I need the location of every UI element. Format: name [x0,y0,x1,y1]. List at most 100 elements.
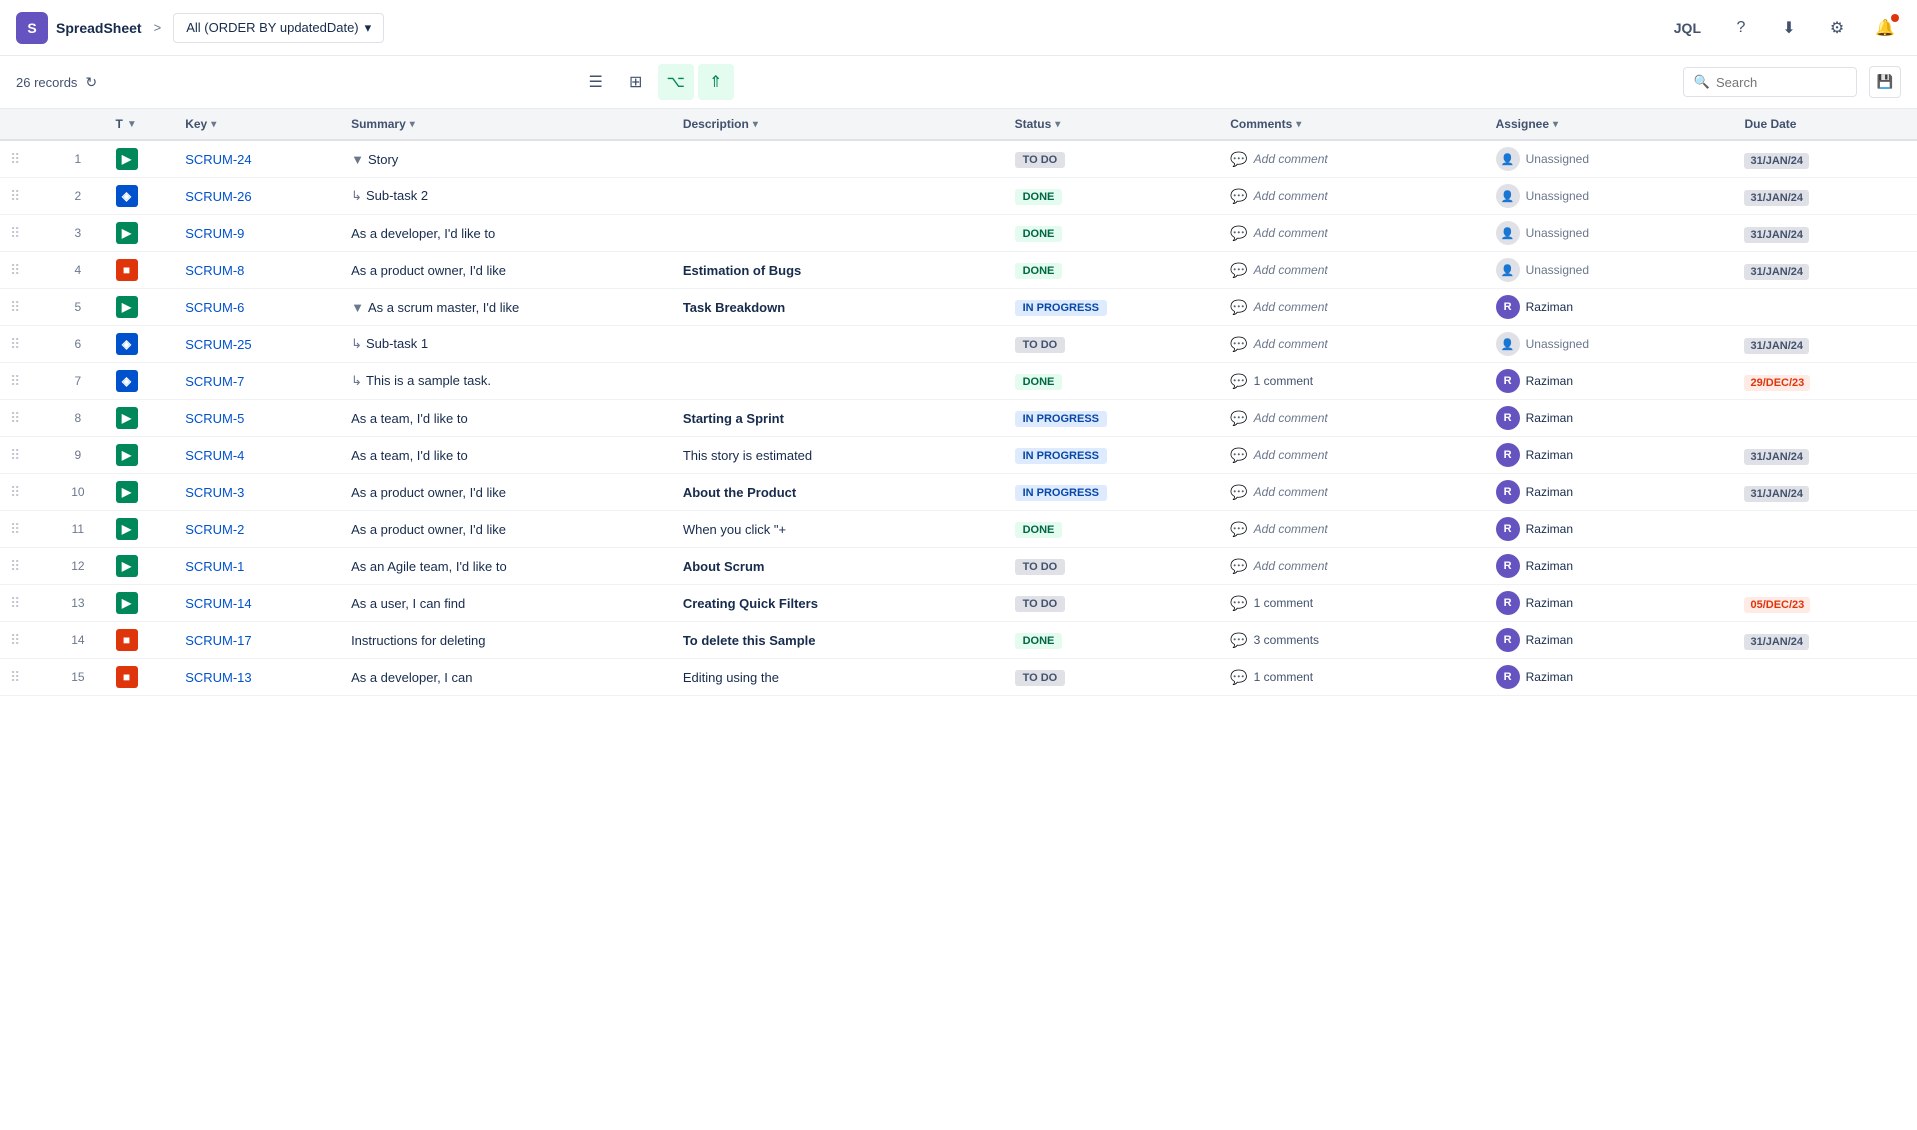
comment-text[interactable]: 1 comment [1254,596,1313,610]
drag-handle-icon[interactable]: ⠿ [10,299,20,315]
comment-text[interactable]: 1 comment [1254,670,1313,684]
comments-cell[interactable]: 💬 Add comment [1220,289,1485,326]
comments-cell[interactable]: 💬 Add comment [1220,437,1485,474]
comments-cell[interactable]: 💬 Add comment [1220,215,1485,252]
description-cell: Estimation of Bugs [673,252,1005,289]
comment-text[interactable]: Add comment [1254,448,1328,462]
drag-handle-icon[interactable]: ⠿ [10,558,20,574]
comment-text[interactable]: Add comment [1254,485,1328,499]
type-icon-cell: ▶ [106,437,176,474]
issue-key-link[interactable]: SCRUM-9 [185,226,244,241]
col-header-assignee[interactable]: Assignee ▾ [1486,109,1735,140]
comments-cell[interactable]: 💬 Add comment [1220,548,1485,585]
comments-cell[interactable]: 💬 Add comment [1220,178,1485,215]
drag-handle-icon[interactable]: ⠿ [10,521,20,537]
comments-cell[interactable]: 💬 Add comment [1220,140,1485,178]
col-header-comments[interactable]: Comments ▾ [1220,109,1485,140]
comments-cell[interactable]: 💬 Add comment [1220,400,1485,437]
issue-key-link[interactable]: SCRUM-5 [185,411,244,426]
comments-cell[interactable]: 💬 1 comment [1220,659,1485,696]
table-row: ⠿ 12 ▶ SCRUM-1 As an Agile team, I'd lik… [0,548,1917,585]
issue-key-link[interactable]: SCRUM-7 [185,374,244,389]
status-badge: IN PROGRESS [1015,300,1107,316]
comment-text[interactable]: 3 comments [1254,633,1319,647]
drag-handle-icon[interactable]: ⠿ [10,188,20,204]
col-header-summary[interactable]: Summary ▾ [341,109,673,140]
issue-key-link[interactable]: SCRUM-24 [185,152,251,167]
comment-text[interactable]: Add comment [1254,226,1328,240]
assignee-cell: R Raziman [1496,628,1725,652]
hierarchy-view-button[interactable]: ⌥ [658,64,694,100]
key-cell: SCRUM-13 [175,659,341,696]
avatar: R [1496,517,1520,541]
issue-key-link[interactable]: SCRUM-1 [185,559,244,574]
comment-text[interactable]: Add comment [1254,152,1328,166]
type-icon: ◈ [116,185,138,207]
collapse-view-button[interactable]: ⇑ [698,64,734,100]
drag-handle-icon[interactable]: ⠿ [10,447,20,463]
list-view-button[interactable]: ☰ [578,64,614,100]
search-input[interactable] [1716,75,1846,90]
comment-text[interactable]: Add comment [1254,263,1328,277]
col-header-description[interactable]: Description ▾ [673,109,1005,140]
table-row: ⠿ 13 ▶ SCRUM-14 As a user, I can find Cr… [0,585,1917,622]
row-number: 12 [50,548,105,585]
drag-handle-icon[interactable]: ⠿ [10,262,20,278]
issue-key-link[interactable]: SCRUM-14 [185,596,251,611]
filter-dropdown[interactable]: All (ORDER BY updatedDate) ▾ [173,13,384,43]
description-cell: Task Breakdown [673,289,1005,326]
comment-text[interactable]: Add comment [1254,300,1328,314]
issue-key-link[interactable]: SCRUM-26 [185,189,251,204]
type-icon-cell: ◈ [106,178,176,215]
help-button[interactable]: ? [1725,12,1757,44]
drag-handle-icon[interactable]: ⠿ [10,336,20,352]
issue-key-link[interactable]: SCRUM-13 [185,670,251,685]
refresh-button[interactable]: ↻ [85,74,97,91]
table-row: ⠿ 10 ▶ SCRUM-3 As a product owner, I'd l… [0,474,1917,511]
drag-handle-icon[interactable]: ⠿ [10,669,20,685]
issue-key-link[interactable]: SCRUM-25 [185,337,251,352]
drag-handle-icon[interactable]: ⠿ [10,373,20,389]
drag-handle-icon[interactable]: ⠿ [10,595,20,611]
comments-cell[interactable]: 💬 1 comment [1220,363,1485,400]
col-header-status[interactable]: Status ▾ [1005,109,1221,140]
comment-text[interactable]: Add comment [1254,337,1328,351]
grid-view-button[interactable]: ⊞ [618,64,654,100]
drag-handle-icon[interactable]: ⠿ [10,410,20,426]
assignee-name: Raziman [1526,670,1573,684]
issue-key-link[interactable]: SCRUM-6 [185,300,244,315]
issue-key-link[interactable]: SCRUM-17 [185,633,251,648]
col-header-key[interactable]: Key ▾ [175,109,341,140]
comments-cell[interactable]: 💬 1 comment [1220,585,1485,622]
comment-text[interactable]: Add comment [1254,522,1328,536]
issue-key-link[interactable]: SCRUM-4 [185,448,244,463]
comments-cell[interactable]: 💬 Add comment [1220,326,1485,363]
type-icon-cell: ▶ [106,474,176,511]
due-date-badge: 29/DEC/23 [1744,375,1810,391]
issue-key-link[interactable]: SCRUM-3 [185,485,244,500]
drag-handle-icon[interactable]: ⠿ [10,632,20,648]
issue-key-link[interactable]: SCRUM-2 [185,522,244,537]
comment-text[interactable]: Add comment [1254,559,1328,573]
save-view-button[interactable]: 💾 [1869,66,1901,98]
status-badge: IN PROGRESS [1015,411,1107,427]
type-icon-cell: ■ [106,252,176,289]
save-icon: 💾 [1877,74,1894,90]
comments-cell[interactable]: 💬 Add comment [1220,252,1485,289]
assignee-td: R Raziman [1486,622,1735,659]
drag-handle-icon[interactable]: ⠿ [10,484,20,500]
drag-handle-icon[interactable]: ⠿ [10,151,20,167]
comment-text[interactable]: Add comment [1254,189,1328,203]
comments-cell[interactable]: 💬 3 comments [1220,622,1485,659]
col-header-type[interactable]: T ▼ [106,109,176,140]
issue-key-link[interactable]: SCRUM-8 [185,263,244,278]
comment-text[interactable]: 1 comment [1254,374,1313,388]
drag-handle-icon[interactable]: ⠿ [10,225,20,241]
settings-button[interactable]: ⚙ [1821,12,1853,44]
comment-text[interactable]: Add comment [1254,411,1328,425]
comments-cell[interactable]: 💬 Add comment [1220,511,1485,548]
description-cell: This story is estimated [673,437,1005,474]
download-button[interactable]: ⬇ [1773,12,1805,44]
comments-cell[interactable]: 💬 Add comment [1220,474,1485,511]
jql-button[interactable]: JQL [1666,16,1709,40]
